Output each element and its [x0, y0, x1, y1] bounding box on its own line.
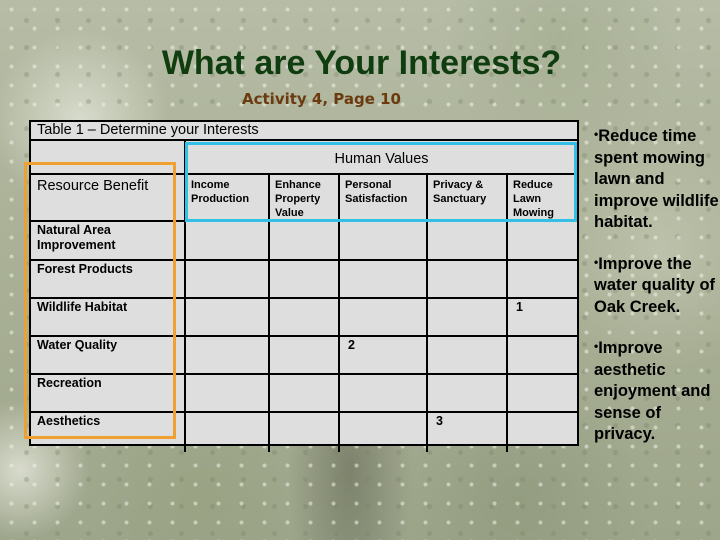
- table-row: Recreation: [31, 373, 578, 413]
- goal-text: Improve aesthetic enjoyment and sense of…: [594, 339, 711, 443]
- table-row: Forest Products: [31, 259, 578, 299]
- table-cell[interactable]: [268, 335, 340, 375]
- column-header: Personal Satisfaction: [338, 173, 428, 222]
- table-cell[interactable]: [505, 259, 578, 299]
- goal-item: •Improve aesthetic enjoyment and sense o…: [594, 336, 720, 446]
- row-label: Water Quality: [31, 335, 186, 375]
- column-header: Enhance Property Value: [268, 173, 340, 222]
- table-cell[interactable]: [268, 259, 340, 299]
- priority-marker-2[interactable]: 2: [338, 335, 428, 375]
- table-cell[interactable]: [426, 297, 508, 337]
- table-cell[interactable]: [184, 411, 270, 452]
- resource-benefit-header: Resource Benefit: [31, 173, 186, 222]
- table-row: Wildlife Habitat 1: [31, 297, 578, 337]
- row-label: Aesthetics: [31, 411, 186, 452]
- table-cell[interactable]: [505, 411, 578, 452]
- table-cell[interactable]: [338, 259, 428, 299]
- group-header-row: Human Values: [31, 139, 578, 175]
- row-label: Natural Area Improvement: [31, 220, 186, 261]
- table-cell[interactable]: [426, 220, 508, 261]
- row-label: Recreation: [31, 373, 186, 413]
- table-caption-row: Table 1 – Determine your Interests: [31, 122, 578, 141]
- table-cell[interactable]: [505, 220, 578, 261]
- table-cell[interactable]: [338, 220, 428, 261]
- table-cell[interactable]: [268, 411, 340, 452]
- table-cell[interactable]: [184, 335, 270, 375]
- table-cell[interactable]: [505, 335, 578, 375]
- priority-marker-3[interactable]: 3: [426, 411, 508, 452]
- table-row: Natural Area Improvement: [31, 220, 578, 261]
- table-cell[interactable]: [184, 297, 270, 337]
- table-cell[interactable]: [426, 259, 508, 299]
- table-cell[interactable]: [184, 220, 270, 261]
- goals-list: •Reduce time spent mowing lawn and impro…: [594, 124, 720, 446]
- column-header: Privacy & Sanctuary: [426, 173, 508, 222]
- table-cell[interactable]: [268, 220, 340, 261]
- slide-title: What are Your Interests?: [161, 44, 562, 82]
- column-header-row: Resource Benefit Income Production Enhan…: [31, 173, 578, 222]
- table-cell[interactable]: [184, 373, 270, 413]
- row-label: Forest Products: [31, 259, 186, 299]
- priority-marker-1[interactable]: 1: [505, 297, 578, 337]
- human-values-header: Human Values: [183, 139, 578, 175]
- table-cell[interactable]: [338, 297, 428, 337]
- goal-item: •Improve the water quality of Oak Creek.: [594, 252, 720, 319]
- table-cell[interactable]: [426, 335, 508, 375]
- interests-table: Table 1 – Determine your Interests Human…: [29, 120, 579, 452]
- column-header: Income Production: [184, 173, 270, 222]
- table-row: Water Quality 2: [31, 335, 578, 375]
- table-cell[interactable]: [338, 373, 428, 413]
- table-caption: Table 1 – Determine your Interests: [31, 122, 578, 141]
- table-cell[interactable]: [268, 297, 340, 337]
- empty-header-cell: [31, 139, 186, 175]
- column-header: Reduce Lawn Mowing: [505, 173, 578, 222]
- goal-text: Improve the water quality of Oak Creek.: [594, 254, 716, 316]
- goal-item: •Reduce time spent mowing lawn and impro…: [594, 124, 720, 234]
- table-cell[interactable]: [505, 373, 578, 413]
- row-label: Wildlife Habitat: [31, 297, 186, 337]
- table-cell[interactable]: [268, 373, 340, 413]
- table-cell[interactable]: [338, 411, 428, 452]
- slide-subtitle: Activity 4, Page 10: [242, 90, 401, 108]
- table-row: Aesthetics 3: [31, 411, 578, 452]
- table-cell[interactable]: [184, 259, 270, 299]
- table-cell[interactable]: [426, 373, 508, 413]
- goal-text: Reduce time spent mowing lawn and improv…: [594, 127, 719, 231]
